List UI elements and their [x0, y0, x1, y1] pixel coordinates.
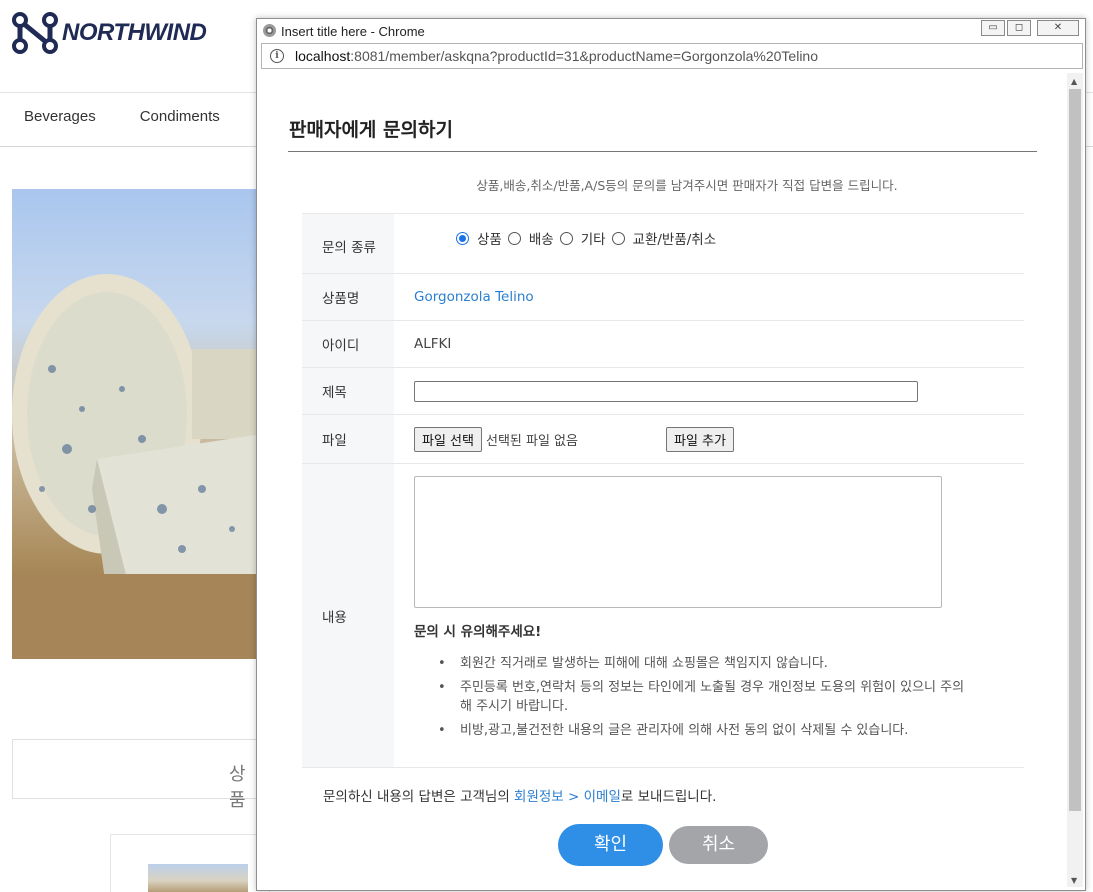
row-user-id: 아이디 ALFKI [302, 321, 1024, 368]
nav-item-beverages[interactable]: Beverages [24, 108, 96, 125]
address-bar[interactable]: i localhost:8081/member/askqna?productId… [261, 43, 1083, 69]
radio-exchange-return-label: 교환/반품/취소 [632, 232, 717, 248]
northwind-logo[interactable]: NORTHWIND [12, 12, 207, 54]
related-product-thumbnail [148, 864, 248, 892]
row-inquiry-type: 문의 종류 상품 배송 기타 교환/반품/취소 [302, 214, 1024, 274]
cheese-illustration [12, 274, 262, 659]
radio-shipping[interactable]: 배송 [507, 228, 554, 248]
caution-item: 회원간 직거래로 발생하는 피해에 대해 쇼핑몰은 책임지지 않습니다. [438, 654, 994, 673]
add-file-button[interactable]: 파일 추가 [665, 426, 734, 452]
reply-note-before: 문의하신 내용의 답변은 고객님의 [323, 789, 515, 805]
category-nav: Beverages Condiments [0, 108, 240, 125]
popup-window: Insert title here - Chrome ▭ ◻ ✕ i local… [256, 18, 1086, 891]
url-host: localhost [295, 48, 351, 64]
subject-input[interactable] [414, 380, 918, 402]
window-controls: ▭ ◻ ✕ [979, 20, 1079, 36]
radio-other[interactable]: 기타 [559, 228, 606, 248]
user-id-value: ALFKI [414, 336, 452, 352]
choose-file-button[interactable]: 파일 선택 [414, 426, 482, 452]
content-label: 내용 [302, 464, 394, 767]
title-divider [288, 151, 1037, 152]
close-button[interactable]: ✕ [1037, 20, 1079, 36]
nav-item-condiments[interactable]: Condiments [140, 108, 220, 125]
scroll-up-arrow-icon[interactable]: ▲ [1071, 77, 1077, 86]
caution-list: 회원간 직거래로 발생하는 피해에 대해 쇼핑몰은 책임지지 않습니다. 주민등… [414, 654, 994, 740]
caution-title: 문의 시 유의해주세요! [414, 624, 542, 640]
product-image [12, 189, 262, 659]
radio-other-label: 기타 [580, 232, 606, 248]
page-content: 판매자에게 문의하기 상품,배송,취소/반품,A/S등의 문의를 남겨주시면 판… [257, 73, 1067, 891]
cancel-button[interactable]: 취소 [669, 826, 768, 864]
radio-product[interactable]: 상품 [456, 228, 502, 248]
product-name-link[interactable]: Gorgonzola Telino [414, 289, 534, 305]
logo-text: NORTHWIND [62, 19, 207, 46]
no-file-selected-text: 선택된 파일 없음 [485, 433, 578, 449]
minimize-button[interactable]: ▭ [981, 20, 1005, 36]
reply-note-after: 로 보내드립니다. [620, 789, 717, 805]
maximize-button[interactable]: ◻ [1007, 20, 1031, 36]
title-bar[interactable]: Insert title here - Chrome ▭ ◻ ✕ [257, 19, 1085, 43]
content-textarea[interactable] [414, 476, 942, 608]
url-path: :8081/member/askqna?productId=31&product… [350, 48, 819, 64]
notice-text: 상품,배송,취소/반품,A/S등의 문의를 남겨주시면 판매자가 직접 답변을 … [476, 178, 898, 193]
inquiry-type-value: 상품 배송 기타 교환/반품/취소 [394, 214, 1024, 273]
product-name-label: 상품명 [302, 274, 394, 320]
inquiry-form: 문의 종류 상품 배송 기타 교환/반품/취소 상품명 Gorgonzola T… [302, 213, 1024, 768]
reply-note: 문의하신 내용의 답변은 고객님의 회원정보 > 이메일로 보내드립니다. [323, 785, 716, 805]
subject-label: 제목 [302, 368, 394, 414]
member-info-email-link[interactable]: 회원정보 > 이메일 [514, 789, 621, 805]
caution-item: 주민등록 번호,연락처 등의 정보는 타인에게 노출될 경우 개인정보 도용의 … [438, 678, 994, 716]
user-id-label: 아이디 [302, 321, 394, 367]
scrollbar-thumb[interactable] [1069, 89, 1081, 811]
radio-product-dot[interactable] [456, 231, 469, 245]
radio-product-label: 상품 [477, 232, 502, 248]
caution-item: 비방,광고,불건전한 내용의 글은 관리자에 의해 사전 동의 없이 삭제될 수… [438, 721, 994, 740]
radio-shipping-dot[interactable] [507, 231, 521, 245]
vertical-scrollbar[interactable]: ▲ ▼ [1067, 73, 1083, 887]
radio-exchange-return-dot[interactable] [611, 231, 625, 245]
confirm-button[interactable]: 확인 [558, 824, 663, 866]
row-product-name: 상품명 Gorgonzola Telino [302, 274, 1024, 321]
northwind-logo-icon [12, 12, 58, 54]
row-content: 내용 문의 시 유의해주세요! 회원간 직거래로 발생하는 피해에 대해 쇼핑몰… [302, 464, 1024, 768]
info-icon[interactable]: i [270, 49, 284, 63]
product-tab[interactable]: 상품 [12, 739, 262, 811]
row-file: 파일 파일 선택 선택된 파일 없음 파일 추가 [302, 415, 1024, 464]
inquiry-type-label: 문의 종류 [302, 214, 394, 273]
scroll-down-arrow-icon[interactable]: ▼ [1071, 876, 1077, 885]
file-label: 파일 [302, 415, 394, 463]
row-subject: 제목 [302, 368, 1024, 415]
chrome-icon [263, 24, 276, 37]
radio-exchange-return[interactable]: 교환/반품/취소 [611, 228, 717, 248]
inquiry-type-radios: 상품 배송 기타 교환/반품/취소 [456, 228, 722, 248]
window-title: Insert title here - Chrome [281, 24, 425, 39]
radio-shipping-label: 배송 [528, 232, 554, 248]
radio-other-dot[interactable] [559, 231, 573, 245]
url-text[interactable]: localhost:8081/member/askqna?productId=3… [295, 48, 818, 64]
page-title: 판매자에게 문의하기 [289, 119, 453, 141]
